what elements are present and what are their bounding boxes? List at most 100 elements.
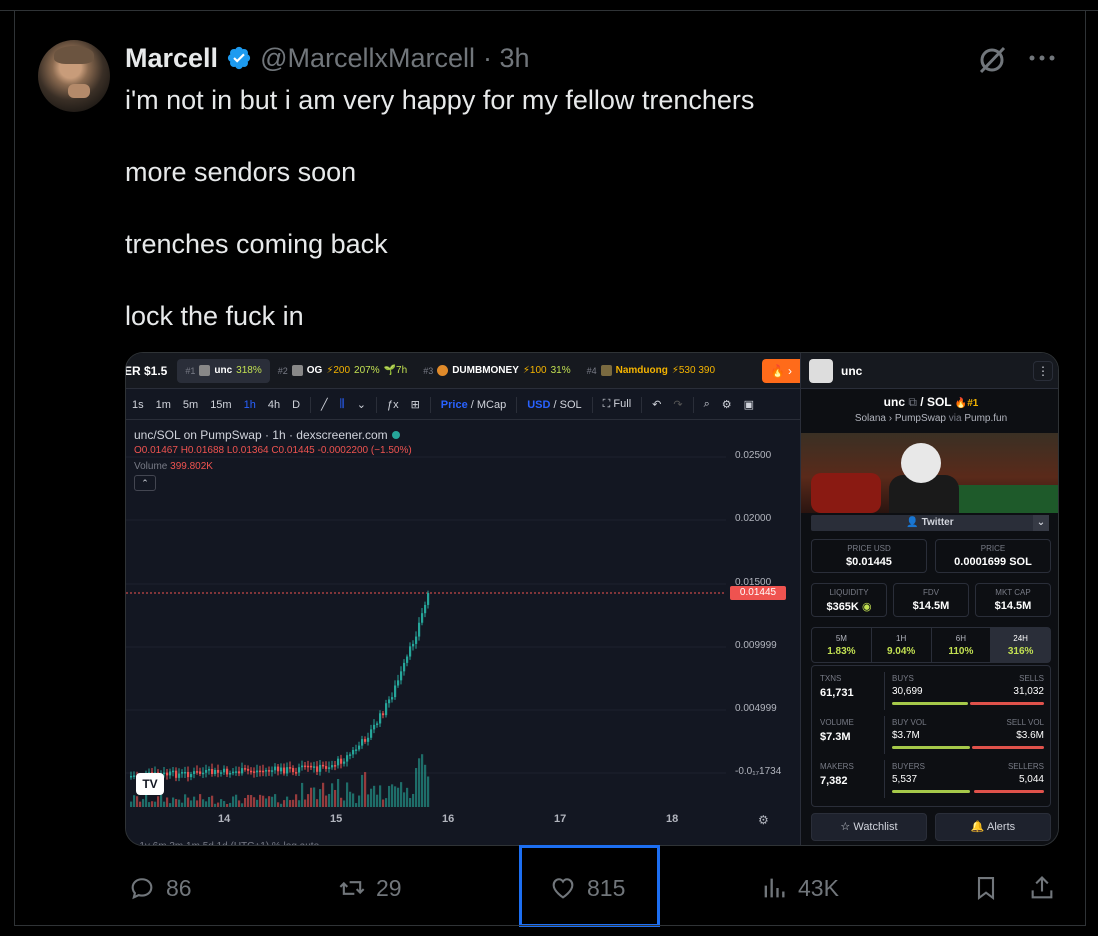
share-button[interactable] — [1028, 860, 1056, 916]
date-tick: 18 — [666, 813, 679, 825]
candle-body — [412, 643, 415, 647]
interval-1m[interactable]: 1m — [150, 399, 177, 411]
volume-bar — [304, 799, 307, 807]
interval-5m[interactable]: 5m — [177, 399, 204, 411]
tab-1h[interactable]: 1H 9.04% — [872, 628, 932, 662]
price-sol-value: 0.0001699 SOL — [954, 556, 1032, 568]
alerts-button[interactable]: 🔔 Alerts — [935, 813, 1051, 841]
volume-bar — [157, 796, 160, 807]
mcap-option[interactable]: MCap — [477, 399, 506, 411]
more-options-icon[interactable] — [1028, 50, 1056, 66]
fullscreen-button[interactable]: ⛶ Full — [597, 398, 638, 411]
chain-name[interactable]: Solana — [855, 413, 886, 424]
volume-bar — [412, 793, 415, 807]
volume-bar — [256, 799, 259, 807]
volume-bar — [274, 794, 277, 807]
more-options-icon[interactable]: ⋮ — [1033, 361, 1053, 381]
candle-body — [379, 713, 382, 724]
volume-bar — [163, 801, 166, 807]
price-sol-label: PRICE — [980, 544, 1006, 553]
candle-body — [208, 769, 211, 771]
volume-bar — [169, 803, 172, 807]
reply-icon — [131, 878, 153, 900]
zoom-icon[interactable]: ⌕ — [698, 398, 716, 411]
tab-value: 9.04% — [886, 646, 916, 657]
volume-bar — [181, 802, 184, 807]
chevron-down-icon[interactable]: ⌄ — [1033, 515, 1049, 531]
reply-button[interactable]: 86 — [128, 860, 192, 916]
candle-body — [187, 771, 190, 778]
author-handle[interactable]: @MarcellxMarcell — [260, 43, 475, 74]
sell-vol-value: $3.6M — [1016, 730, 1044, 741]
candle-body — [235, 771, 238, 773]
interval-1s[interactable]: 1s — [126, 399, 150, 411]
candle-body — [364, 739, 367, 742]
interval-15m[interactable]: 15m — [204, 399, 237, 411]
candle-body — [283, 767, 286, 774]
indicators-icon[interactable]: ƒx — [381, 399, 405, 411]
candle-body — [259, 770, 262, 773]
usd-option[interactable]: USD — [527, 399, 550, 411]
price-usd-box: PRICE USD $0.01445 — [811, 539, 927, 573]
interval-1h[interactable]: 1h — [238, 399, 262, 411]
sol-option[interactable]: SOL — [560, 399, 582, 411]
collapse-legend-button[interactable]: ⌃ — [134, 475, 156, 491]
price-option[interactable]: Price — [441, 399, 468, 411]
launchpad-name[interactable]: Pump.fun — [964, 413, 1007, 424]
layout-grid-icon[interactable]: ⊞ — [405, 398, 426, 411]
trending-fire-button[interactable]: 🔥 › — [762, 359, 800, 383]
candle-body — [322, 764, 325, 767]
grok-icon[interactable] — [976, 44, 1008, 76]
candle-body — [220, 772, 223, 774]
toolbar-divider — [516, 396, 518, 413]
camera-icon[interactable]: ▣ — [738, 398, 760, 411]
candle-body — [190, 774, 193, 778]
watchlist-button[interactable]: ☆ Watchlist — [811, 813, 927, 841]
candle-body — [367, 737, 370, 742]
volume-bar — [142, 799, 145, 807]
redo-icon[interactable]: ↷ — [667, 398, 688, 411]
tweet-time[interactable]: · 3h — [483, 43, 530, 74]
settings-gear-icon[interactable]: ⚙ — [716, 398, 738, 411]
trend-name: OG — [306, 365, 323, 376]
tab-24h[interactable]: 24H 316% — [991, 628, 1050, 662]
author-name[interactable]: Marcell — [125, 43, 218, 74]
usd-sol-toggle[interactable]: USD / SOL — [521, 399, 587, 411]
tweet-media-image[interactable]: ER $1.5 #1 unc 318% #2 OG ⚡200 207% 🌱7h … — [125, 352, 1059, 846]
via-text: via — [948, 413, 962, 424]
volume-bar — [175, 799, 178, 807]
trend-gain: 318% — [236, 365, 262, 376]
buy-vol-label: BUY VOL — [892, 718, 927, 727]
twitter-button[interactable]: 👤 Twitter ⌄ — [811, 515, 1049, 531]
price-mcap-toggle[interactable]: Price / MCap — [435, 399, 512, 411]
chevron-down-icon[interactable]: ⌄ — [351, 398, 372, 411]
author-avatar[interactable] — [38, 40, 110, 112]
copy-icon[interactable]: ⧉ — [908, 395, 917, 409]
interval-4h[interactable]: 4h — [262, 399, 286, 411]
volume-label: VOLUME — [820, 718, 854, 727]
volume-bar — [289, 800, 292, 807]
tab-5m[interactable]: 5M 1.83% — [812, 628, 872, 662]
volume-bar — [130, 801, 133, 807]
interval-d[interactable]: D — [286, 399, 306, 411]
tweet-text: i'm not in but i am very happy for my fe… — [125, 82, 1025, 370]
token-name: unc — [841, 363, 863, 378]
price-chart[interactable]: 0.02500 0.02000 0.01500 0.009999 0.00499… — [126, 421, 800, 845]
chart-settings-icon[interactable]: ⚙ — [758, 813, 769, 827]
undo-icon[interactable]: ↶ — [646, 398, 667, 411]
dex-name[interactable]: PumpSwap — [895, 413, 946, 424]
volume-bar — [367, 794, 370, 807]
tab-6h[interactable]: 6H 110% — [932, 628, 992, 662]
line-tool-icon[interactable]: ╱ — [315, 398, 334, 411]
candle-body — [223, 768, 226, 773]
toolbar-divider — [310, 396, 312, 413]
toolbar-divider — [591, 396, 593, 413]
bookmark-button[interactable] — [972, 860, 1000, 916]
candle-body — [211, 769, 214, 775]
trend-boost: ⚡200 — [326, 365, 351, 376]
candle-type-icon[interactable]: ⫼ — [334, 398, 351, 411]
views-button[interactable]: 43K — [760, 860, 839, 916]
pair-title: unc ⧉ / SOL 🔥#1 — [801, 395, 1058, 410]
trend-gain: 31% — [550, 365, 571, 376]
repost-button[interactable]: 29 — [338, 860, 402, 916]
